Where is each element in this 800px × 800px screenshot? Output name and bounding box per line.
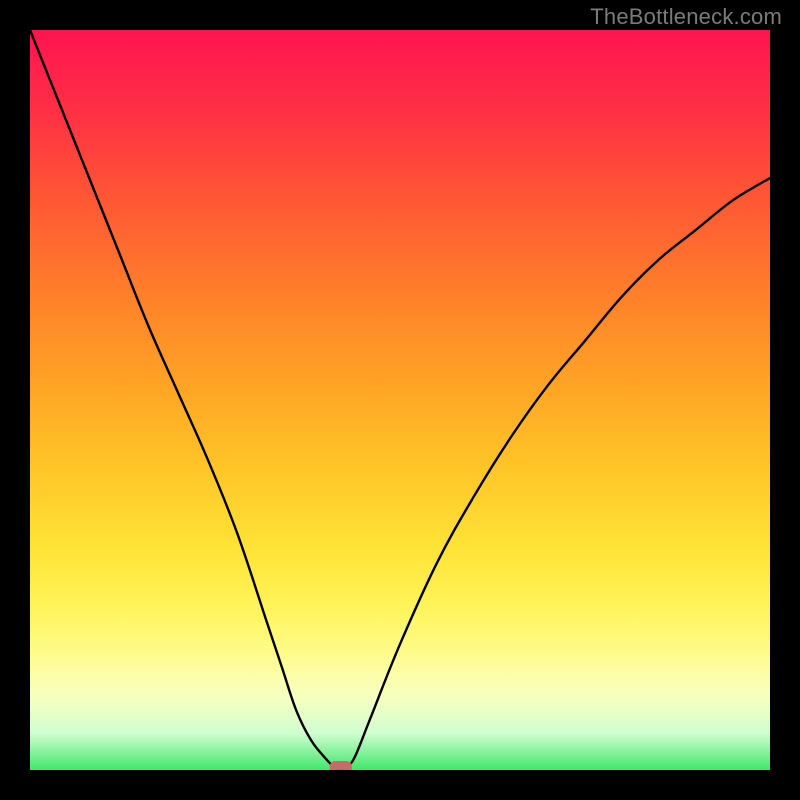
watermark-text: TheBottleneck.com — [590, 4, 782, 30]
chart-container: TheBottleneck.com — [0, 0, 800, 800]
plot-area — [30, 30, 770, 770]
minimum-marker — [330, 761, 352, 770]
bottleneck-curve — [30, 30, 770, 767]
curve-layer — [30, 30, 770, 770]
